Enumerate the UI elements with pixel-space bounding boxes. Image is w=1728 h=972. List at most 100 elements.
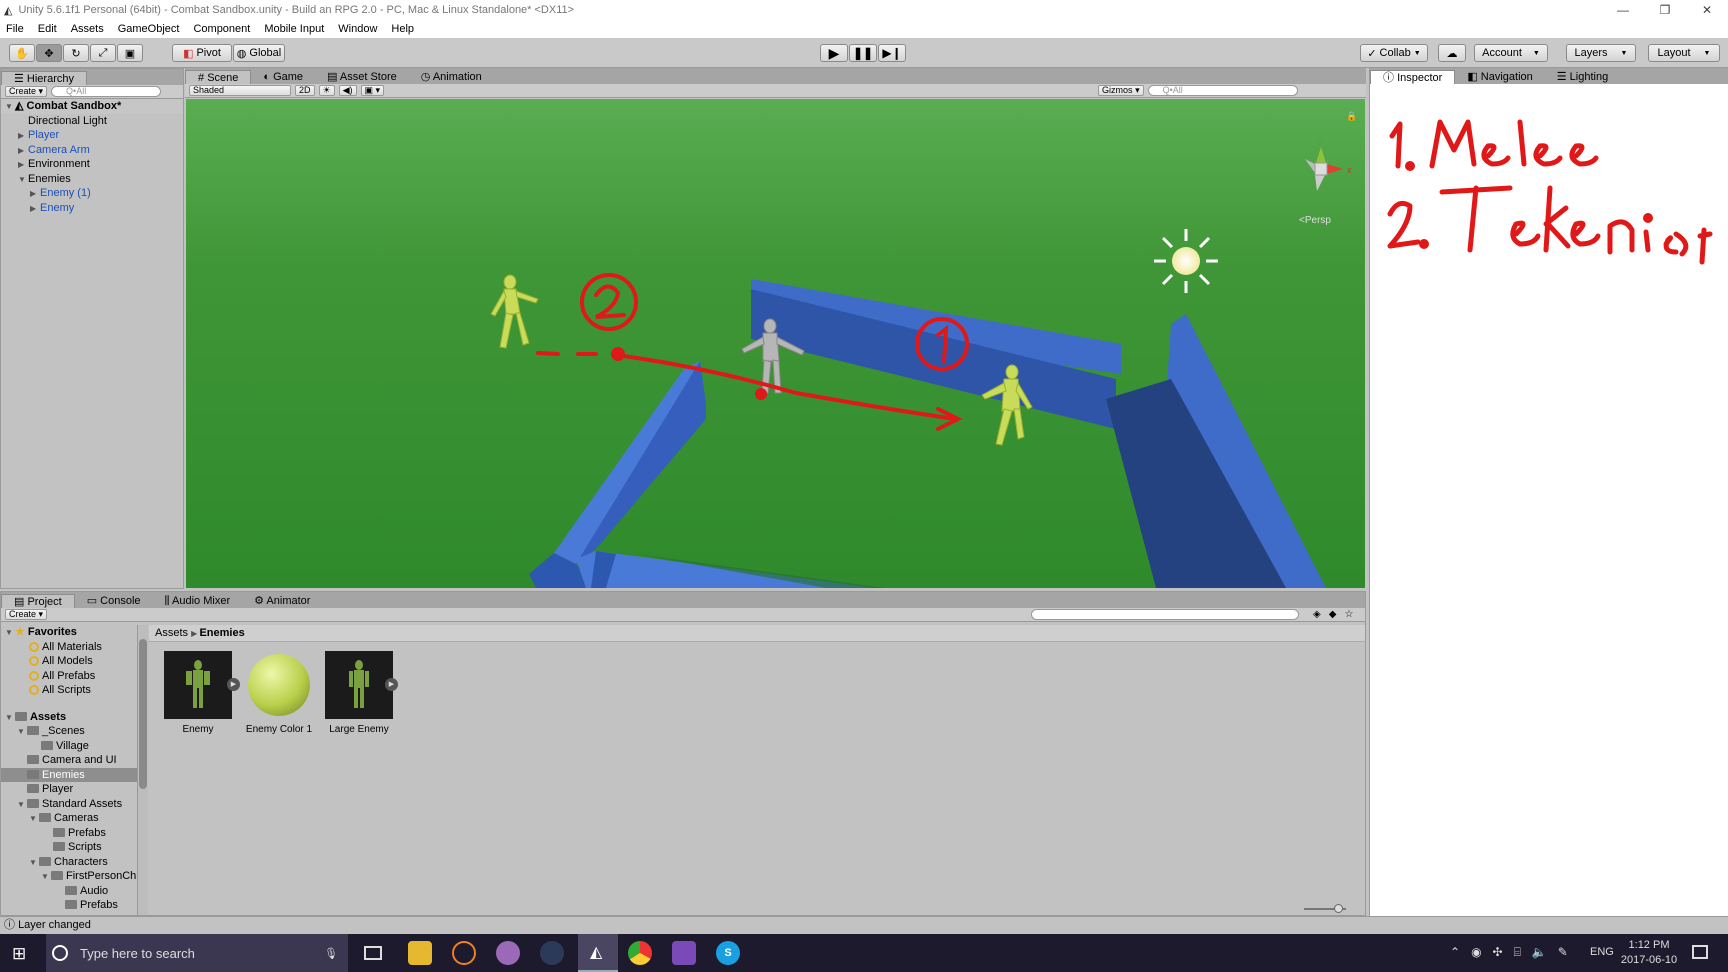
scene-viewport[interactable]: y x <Persp 🔒 — [186, 99, 1365, 588]
hierarchy-item-camera-arm[interactable]: ▶ Camera Arm — [1, 143, 183, 158]
unity-taskbar-item[interactable]: ◭ — [578, 934, 618, 972]
move-tool-icon[interactable]: ✥ — [36, 44, 62, 62]
hierarchy-search-input[interactable]: Q•All — [51, 86, 162, 97]
language-indicator[interactable]: ENG — [1590, 946, 1614, 958]
skype-icon[interactable]: S — [716, 941, 740, 965]
hierarchy-item-player[interactable]: ▶ Player — [1, 128, 183, 143]
breadcrumb-assets[interactable]: Assets — [155, 627, 188, 639]
expand-arrow-icon[interactable]: ▶ — [385, 678, 398, 691]
tab-project[interactable]: ▤ Project — [1, 594, 75, 608]
icon-size-slider-thumb[interactable] — [1334, 904, 1343, 913]
layout-dropdown[interactable]: Layout ▼ — [1648, 44, 1720, 62]
tab-game[interactable]: ◐ Game — [251, 70, 315, 84]
cloud-button[interactable]: ☁ — [1438, 44, 1466, 62]
tab-scene[interactable]: # Scene — [185, 70, 252, 84]
shading-mode-dropdown[interactable]: Shaded — [189, 85, 291, 96]
windows-start-icon[interactable]: ⊞ — [12, 944, 26, 964]
discord-icon[interactable] — [496, 941, 520, 965]
tray-app-icon[interactable]: ◉ — [1471, 945, 1481, 960]
gizmos-dropdown[interactable]: Gizmos ▾ — [1098, 85, 1144, 96]
rotate-tool-icon[interactable]: ↻ — [63, 44, 89, 62]
folder-scenes[interactable]: ▼ _Scenes — [1, 724, 137, 739]
rect-tool-icon[interactable]: ▣ — [117, 44, 143, 62]
asset-enemy-color-1[interactable]: Enemy Color 1 — [245, 651, 313, 735]
hierarchy-create-button[interactable]: Create ▾ — [5, 86, 48, 97]
scene-root[interactable]: ▼ ◭ Combat Sandbox* — [1, 99, 183, 114]
menu-mobile-input[interactable]: Mobile Input — [264, 23, 324, 35]
notification-center-icon[interactable] — [1692, 945, 1708, 959]
menu-file[interactable]: File — [6, 23, 24, 35]
filter-label-icon[interactable]: ◆ — [1329, 609, 1337, 620]
tab-navigation[interactable]: ◧ Navigation — [1455, 70, 1544, 84]
menu-window[interactable]: Window — [338, 23, 377, 35]
hierarchy-item-directional-light[interactable]: Directional Light — [1, 114, 183, 129]
scale-tool-icon[interactable]: ⤢ — [90, 44, 116, 62]
asset-large-enemy[interactable]: Large Enemy — [325, 651, 393, 735]
filter-type-icon[interactable]: ◈ — [1313, 609, 1321, 620]
folder-enemies[interactable]: Enemies — [1, 767, 137, 782]
pivot-button[interactable]: ◧ Pivot — [172, 44, 232, 62]
tab-animation[interactable]: ◷ Animation — [409, 70, 494, 84]
audio-toggle-icon[interactable]: ◀) — [338, 85, 357, 96]
tab-animator[interactable]: ⚙ Animator — [242, 594, 322, 608]
menu-help[interactable]: Help — [391, 23, 414, 35]
folder-cameras[interactable]: ▼ Cameras — [1, 811, 137, 826]
favorite-all-materials[interactable]: All Materials — [1, 640, 137, 655]
microphone-icon[interactable]: 🎙 — [324, 947, 338, 960]
project-create-button[interactable]: Create ▾ — [5, 609, 48, 620]
folder-fpc-prefabs[interactable]: Prefabs — [1, 898, 137, 913]
steam-icon[interactable] — [540, 941, 564, 965]
expand-arrow-icon[interactable]: ▶ — [227, 678, 240, 691]
mode-2d-toggle[interactable]: 2D — [295, 85, 315, 96]
tab-hierarchy[interactable]: ☰ Hierarchy — [1, 71, 87, 85]
tab-asset-store[interactable]: ▤ Asset Store — [315, 70, 409, 84]
project-search-input[interactable] — [1031, 609, 1300, 620]
lighting-toggle-icon[interactable]: ☀ — [318, 85, 335, 96]
chevron-up-icon[interactable]: ⌃ — [1450, 945, 1460, 960]
account-button[interactable]: Account ▼ — [1474, 44, 1548, 62]
folder-village[interactable]: Village — [1, 739, 137, 754]
hierarchy-item-enemies[interactable]: ▼ Enemies — [1, 172, 183, 187]
network-icon[interactable]: ⌸ — [1514, 945, 1521, 960]
file-explorer-icon[interactable] — [408, 941, 432, 965]
dropbox-icon[interactable]: ✣ — [1493, 945, 1503, 960]
tab-audio-mixer[interactable]: ⫼ Audio Mixer — [153, 594, 243, 608]
chrome-icon[interactable] — [628, 941, 652, 965]
asset-enemy[interactable]: Enemy — [164, 651, 232, 735]
visual-studio-icon[interactable] — [672, 941, 696, 965]
step-button[interactable]: ▶❙ — [878, 44, 906, 62]
taskbar-search-box[interactable]: Type here to search 🎙 — [46, 934, 348, 972]
favorite-all-prefabs[interactable]: All Prefabs — [1, 669, 137, 684]
folder-audio[interactable]: Audio — [1, 884, 137, 899]
collab-button[interactable]: ✓ Collab ▼ — [1360, 44, 1428, 62]
folder-camera-and-ui[interactable]: Camera and UI — [1, 753, 137, 768]
layers-dropdown[interactable]: Layers ▼ — [1566, 44, 1636, 62]
pen-icon[interactable]: ✎ — [1558, 945, 1568, 960]
hierarchy-item-environment[interactable]: ▶ Environment — [1, 157, 183, 172]
breadcrumb-enemies[interactable]: Enemies — [199, 627, 244, 639]
play-button[interactable]: ▶ — [820, 44, 848, 62]
menu-edit[interactable]: Edit — [38, 23, 57, 35]
restore-icon[interactable]: ❐ — [1644, 0, 1686, 20]
favorite-all-scripts[interactable]: All Scripts — [1, 683, 137, 698]
global-button[interactable]: ◍ Global — [233, 44, 285, 62]
effects-dropdown-icon[interactable]: ▣ ▾ — [360, 85, 385, 96]
clock[interactable]: 1:12 PM 2017-06-10 — [1616, 938, 1682, 968]
favorites-section[interactable]: ▼ ★ Favorites — [1, 625, 137, 640]
scene-search-input[interactable]: Q•All — [1147, 85, 1298, 96]
menu-gameobject[interactable]: GameObject — [118, 23, 180, 35]
folder-cameras-prefabs[interactable]: Prefabs — [1, 826, 137, 841]
folder-firstpersoncharacter[interactable]: ▼ FirstPersonCh — [1, 869, 137, 884]
scrollbar-thumb[interactable] — [139, 639, 147, 789]
close-icon[interactable]: ✕ — [1686, 0, 1728, 20]
folder-standard-assets[interactable]: ▼ Standard Assets — [1, 797, 137, 812]
task-view-icon[interactable] — [364, 946, 382, 960]
hierarchy-item-enemy-1[interactable]: ▶ Enemy (1) — [1, 186, 183, 201]
project-tree-scrollbar[interactable] — [137, 625, 148, 915]
volume-icon[interactable]: 🔈 — [1532, 945, 1547, 960]
menu-component[interactable]: Component — [193, 23, 250, 35]
menu-assets[interactable]: Assets — [71, 23, 104, 35]
tab-inspector[interactable]: ⓘ Inspector — [1370, 70, 1456, 84]
assets-section[interactable]: ▼ Assets — [1, 710, 137, 725]
minimize-icon[interactable]: — — [1602, 0, 1644, 20]
